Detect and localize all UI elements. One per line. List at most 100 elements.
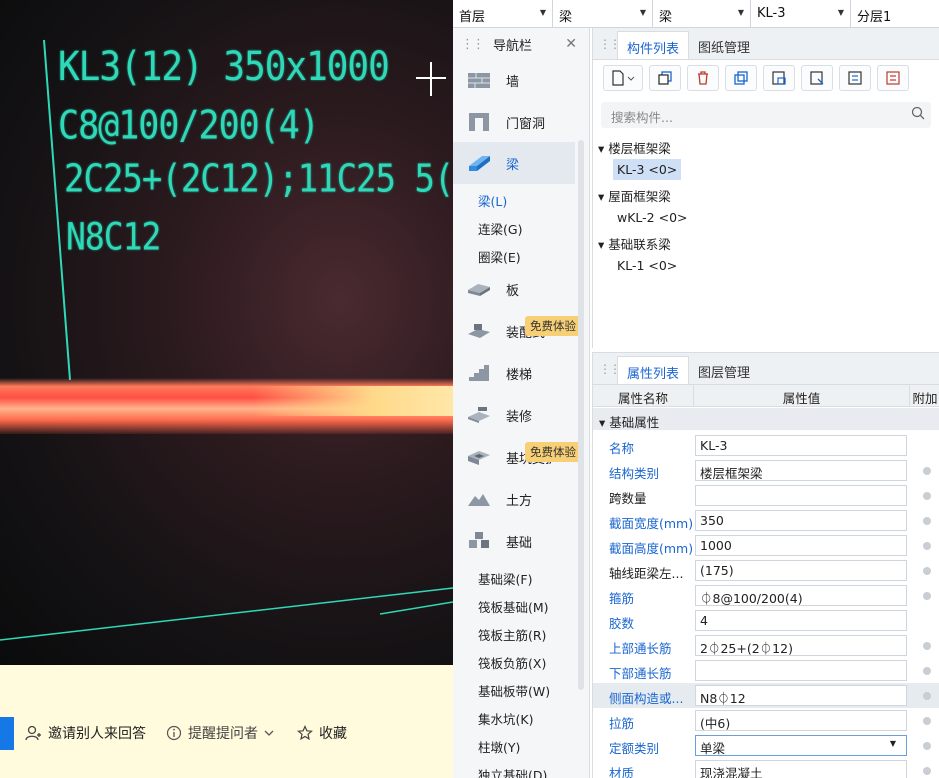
property-value-input[interactable] — [695, 660, 907, 681]
foundation-icon — [469, 532, 489, 548]
attach-checkbox[interactable] — [923, 767, 931, 775]
tree-item-kl1[interactable]: KL-1 <0> — [613, 255, 681, 276]
nav-sub-isolated-footing[interactable]: 独立基础(D) — [478, 765, 547, 778]
invite-answer-link[interactable]: 邀请别人来回答 — [24, 723, 146, 743]
tree-item-kl3[interactable]: KL-3 <0> — [613, 159, 682, 180]
nav-sub-raft-negative-rebar[interactable]: 筏板负筋(X) — [478, 653, 546, 672]
property-value-input[interactable]: 4 — [695, 610, 907, 631]
nav-sub-raft-main-rebar[interactable]: 筏板主筋(R) — [478, 625, 546, 644]
import-component-button[interactable] — [801, 65, 833, 91]
answer-button[interactable] — [0, 717, 14, 750]
tree-group-floor-frame-beam[interactable]: ▾ 楼层框架梁 — [598, 138, 671, 157]
nav-item-stair[interactable]: 楼梯 — [453, 352, 575, 394]
attach-checkbox[interactable] — [923, 592, 931, 600]
tab-component-list[interactable]: 构件列表 — [617, 31, 690, 59]
nav-item-label: 土方 — [506, 493, 533, 509]
property-name: 侧面构造或... — [609, 691, 684, 706]
nav-sub-coupling-beam[interactable]: 连梁(G) — [478, 219, 522, 238]
tab-layer-management[interactable]: 图层管理 — [689, 356, 759, 384]
search-icon[interactable] — [911, 106, 925, 120]
property-value-input[interactable]: 2⏀25+(2⏀12) — [695, 635, 907, 656]
filter-component-button[interactable] — [877, 65, 909, 91]
property-value-input[interactable]: 350 — [695, 510, 907, 531]
element-subtype-select[interactable]: 梁 ▼ — [653, 0, 751, 28]
drag-handle-icon[interactable]: ⋮⋮ — [461, 37, 485, 52]
attach-checkbox[interactable] — [923, 642, 931, 650]
column-header-extra: 附加 — [912, 391, 938, 406]
nav-item-decoration[interactable]: 装修 — [453, 394, 575, 436]
attach-checkbox[interactable] — [923, 667, 931, 675]
tab-property-list[interactable]: 属性列表 — [617, 356, 690, 384]
nav-sub-beam[interactable]: 梁(L) — [478, 191, 507, 210]
copy-icon — [658, 71, 672, 85]
delete-component-button[interactable] — [687, 65, 719, 91]
nav-item-slab[interactable]: 板 — [453, 268, 575, 310]
property-row-top-continuous-rebar: 上部通长筋 2⏀25+(2⏀12) — [593, 633, 939, 658]
new-file-icon — [612, 70, 635, 86]
nav-sub-raft-foundation[interactable]: 筏板基础(M) — [478, 597, 549, 616]
property-name: 轴线距梁左... — [609, 566, 684, 581]
nav-item-door-window[interactable]: 门窗洞 — [453, 101, 575, 143]
qa-action-bar — [0, 665, 453, 778]
floor-select[interactable]: 首层 ▼ — [453, 0, 553, 28]
attach-checkbox[interactable] — [923, 567, 931, 575]
attach-checkbox[interactable] — [923, 742, 931, 750]
nav-scrollbar[interactable] — [578, 140, 584, 690]
property-value-input[interactable]: N8⏀12 — [695, 685, 907, 706]
property-panel-button[interactable] — [839, 65, 871, 91]
earthwork-icon — [468, 494, 490, 506]
tab-drawing-management[interactable]: 图纸管理 — [689, 31, 759, 59]
property-value-input[interactable]: (175) — [695, 560, 907, 581]
tree-group-roof-frame-beam[interactable]: ▾ 屋面框架梁 — [598, 186, 671, 205]
close-icon[interactable]: ✕ — [565, 36, 577, 52]
remind-asker-dropdown[interactable]: 提醒提问者 — [166, 723, 274, 743]
component-select[interactable]: KL-3 ▼ — [751, 0, 851, 28]
property-value-input[interactable]: 楼层框架梁 — [695, 460, 907, 481]
property-value-input[interactable] — [695, 485, 907, 506]
property-value-input[interactable]: (中6) — [695, 710, 907, 731]
property-value-select[interactable]: 单梁 ▼ — [695, 735, 907, 756]
favorite-link[interactable]: 收藏 — [297, 723, 347, 743]
copy-component-button[interactable] — [649, 65, 681, 91]
element-subtype-value: 梁 — [659, 10, 673, 25]
drag-handle-icon[interactable]: ⋮⋮ — [599, 362, 621, 376]
drag-handle-icon[interactable]: ⋮⋮ — [599, 37, 621, 51]
property-value-input[interactable]: 1000 — [695, 535, 907, 556]
attach-checkbox[interactable] — [923, 717, 931, 725]
tree-group-foundation-tie-beam[interactable]: ▾ 基础联系梁 — [598, 234, 671, 253]
free-trial-badge[interactable]: 免费体验 — [525, 442, 581, 462]
nav-item-wall[interactable]: 墙 — [453, 59, 575, 101]
nav-sub-foundation-beam[interactable]: 基础梁(F) — [478, 569, 532, 588]
beam-highlight-band — [0, 378, 453, 434]
property-value-input[interactable]: ⏀8@100/200(4) — [695, 585, 907, 606]
nav-item-earthwork[interactable]: 土方 — [453, 478, 575, 520]
nav-item-foundation[interactable]: 基础 — [453, 520, 575, 562]
nav-item-label: 墙 — [506, 74, 520, 90]
new-component-button[interactable] — [603, 65, 643, 91]
nav-sub-ring-beam[interactable]: 圈梁(E) — [478, 247, 521, 266]
nav-sub-column-pier[interactable]: 柱墩(Y) — [478, 737, 520, 756]
layer-select[interactable]: 分层1 — [851, 0, 939, 28]
element-type-select[interactable]: 梁 ▼ — [553, 0, 653, 28]
property-value-input[interactable]: KL-3 — [695, 435, 907, 456]
component-search-input[interactable]: 搜索构件... — [601, 102, 931, 128]
property-name: 名称 — [609, 441, 635, 456]
free-trial-badge[interactable]: 免费体验 — [525, 316, 581, 336]
tree-item-wkl2[interactable]: wKL-2 <0> — [613, 207, 692, 228]
attach-checkbox[interactable] — [923, 467, 931, 475]
attach-checkbox[interactable] — [923, 692, 931, 700]
property-row-span-count: 跨数量 — [593, 483, 939, 508]
attach-checkbox[interactable] — [923, 492, 931, 500]
nav-sub-foundation-strip[interactable]: 基础板带(W) — [478, 681, 550, 700]
property-name: 箍筋 — [609, 591, 635, 606]
nav-item-beam[interactable]: 梁 — [453, 142, 575, 184]
layer-copy-button[interactable] — [725, 65, 757, 91]
property-value-input[interactable]: 现浇混凝土 — [695, 760, 907, 778]
component-tabs: ⋮⋮ 构件列表 图纸管理 — [593, 28, 939, 60]
attach-checkbox[interactable] — [923, 542, 931, 550]
floor-copy-button[interactable] — [763, 65, 795, 91]
dropdown-arrow-icon: ▼ — [889, 739, 896, 748]
nav-sub-sump-pit[interactable]: 集水坑(K) — [478, 709, 533, 728]
property-group-basic[interactable]: ▾ 基础属性 — [593, 408, 939, 430]
attach-checkbox[interactable] — [923, 517, 931, 525]
